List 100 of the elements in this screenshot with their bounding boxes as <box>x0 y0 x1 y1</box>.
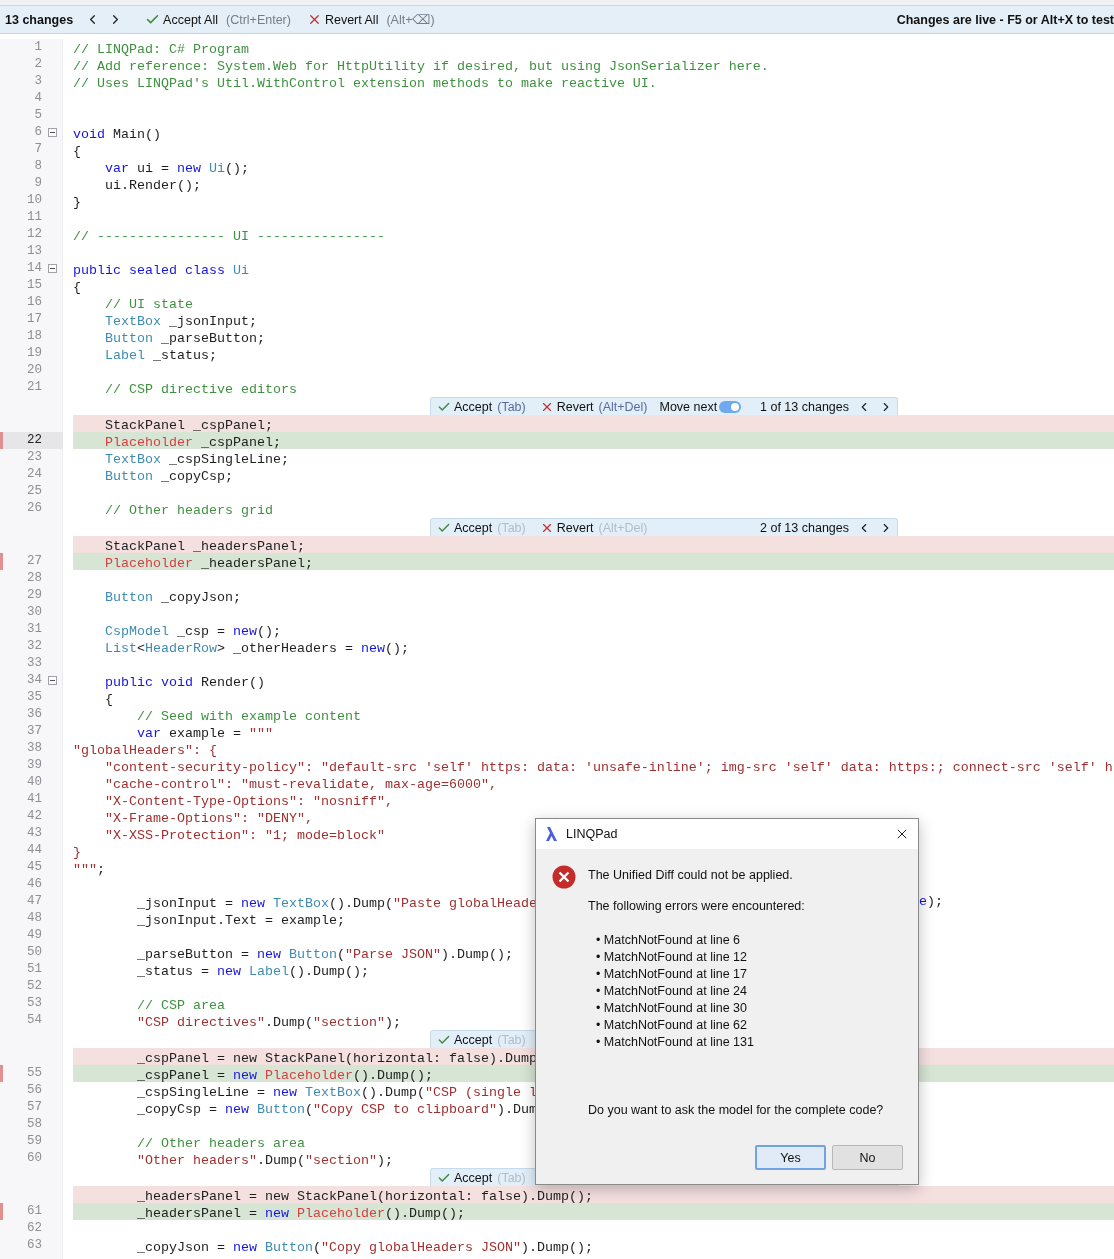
code-text: Button _parseButton; <box>104 331 265 345</box>
line-number: 29 <box>26 587 42 604</box>
dialog-button[interactable]: Yes <box>755 1145 826 1170</box>
line-number: 58 <box>26 1116 42 1133</box>
code-text: // LINQPad: C# Program <box>73 42 249 56</box>
line-number: 31 <box>26 621 42 638</box>
line-number: 5 <box>33 107 42 124</box>
code-text: // ---------------- UI ---------------- <box>73 229 385 243</box>
code-text: _cspPanel = new Placeholder().Dump(); <box>136 1068 433 1082</box>
code-text: StackPanel _cspPanel; <box>104 418 273 432</box>
line-number: 61 <box>26 1203 42 1220</box>
line-number: 8 <box>33 158 42 175</box>
line-number: 50 <box>26 944 42 961</box>
error-item: • MatchNotFound at line 6 <box>596 932 742 949</box>
line-number: 60 <box>26 1150 42 1167</box>
line-number: 57 <box>26 1099 42 1116</box>
code-text: _headersPanel = new StackPanel(horizontal: false).Dump(); <box>136 1189 593 1203</box>
line-number: 6 <box>33 124 42 141</box>
line-number: 17 <box>26 311 42 328</box>
code-text: // Seed with example content <box>136 709 361 723</box>
code-text: Button _copyCsp; <box>104 469 233 483</box>
line-number: 12 <box>26 226 42 243</box>
line-number: 42 <box>26 808 42 825</box>
line-number: 38 <box>26 740 42 757</box>
code-text: "content-security-policy": "default-src 'self' https: data: 'unsafe-inline'; img-src 'self' data: https:; connect-src 'self' h <box>104 760 1113 774</box>
errors-heading: The following errors were encountered: <box>588 899 806 913</box>
line-number: 55 <box>26 1065 42 1082</box>
code-text: // Add reference: System.Web for HttpUtility if desired, but using JsonSerializer here. <box>73 59 769 73</box>
code-text: Button _copyJson; <box>104 590 241 604</box>
code-text: CspModel _csp = new(); <box>104 624 281 638</box>
line-number: 26 <box>26 500 42 517</box>
change-count: 13 changes <box>5 12 74 27</box>
accept-all-button[interactable]: Accept All (Ctrl+Enter) <box>141 9 295 30</box>
code-text: StackPanel _headersPanel; <box>104 539 305 553</box>
accept-button[interactable]: Accept (Tab) <box>433 396 530 417</box>
code-text: "cache-control": "must-revalidate, max-age=6000", <box>104 777 497 791</box>
code-text: _jsonInput.Text = example; <box>136 913 345 927</box>
line-number: 45 <box>26 859 42 876</box>
revert-all-button[interactable]: Revert All (Alt+⌫) <box>302 9 439 30</box>
line-number: 40 <box>26 774 42 791</box>
line-number: 41 <box>26 791 42 808</box>
code-text: e); <box>919 893 943 910</box>
line-number: 20 <box>26 362 42 379</box>
line-number: 22 <box>26 432 42 449</box>
line-number: 33 <box>26 655 42 672</box>
line-number: 35 <box>26 689 42 706</box>
code-text: { <box>104 692 113 706</box>
code-text: "X-Frame-Options": "DENY", <box>104 811 313 825</box>
line-number: 39 <box>26 757 42 774</box>
code-text: Label _status; <box>104 348 217 362</box>
line-number: 53 <box>26 995 42 1012</box>
line-number: 59 <box>26 1133 42 1150</box>
fold-icon[interactable] <box>48 676 57 685</box>
line-number: 34 <box>26 672 42 689</box>
line-number: 21 <box>26 379 42 396</box>
error-item: • MatchNotFound at line 131 <box>596 1034 755 1051</box>
code-text: _jsonInput = new TextBox().Dump("Paste globalHeade <box>136 896 537 910</box>
line-number: 10 <box>26 192 42 209</box>
dialog-title: LINQPad <box>566 827 619 841</box>
change-counter: 2 of 13 changes <box>760 520 849 535</box>
line-number: 43 <box>26 825 42 842</box>
move-next-toggle[interactable] <box>719 400 742 413</box>
line-number: 9 <box>33 175 42 192</box>
code-text: } <box>73 195 81 209</box>
code-text: "Other headers".Dump("section"); <box>136 1153 393 1167</box>
line-number: 16 <box>26 294 42 311</box>
line-number: 56 <box>26 1082 42 1099</box>
line-number: 27 <box>26 553 42 570</box>
dialog-button[interactable]: No <box>832 1145 903 1170</box>
code-text: { <box>73 280 81 294</box>
line-number: 2 <box>33 56 42 73</box>
line-number: 30 <box>26 604 42 621</box>
code-text: var example = """ <box>136 726 273 740</box>
status-text: Changes are live - F5 or Alt+X to test <box>896 12 1114 27</box>
line-number: 47 <box>26 893 42 910</box>
line-number: 62 <box>26 1220 42 1237</box>
line-number: 46 <box>26 876 42 893</box>
line-number: 32 <box>26 638 42 655</box>
code-text: public void Render() <box>104 675 265 689</box>
line-number: 49 <box>26 927 42 944</box>
move-next-label: Move next <box>659 399 718 414</box>
code-text: "globalHeaders": { <box>73 743 217 757</box>
code-text: // Other headers area <box>136 1136 305 1150</box>
app-icon <box>544 826 560 842</box>
line-number: 19 <box>26 345 42 362</box>
dialog-question: Do you want to ask the model for the complete code? <box>588 1103 885 1117</box>
code-text: // Other headers grid <box>104 503 273 517</box>
code-text: } <box>73 845 81 859</box>
code-text: Placeholder _cspPanel; <box>104 435 281 449</box>
line-number: 18 <box>26 328 42 345</box>
line-number: 1 <box>33 39 42 56</box>
error-message: The Unified Diff could not be applied. <box>588 868 794 882</box>
code-text: _headersPanel = new Placeholder().Dump(); <box>136 1206 465 1220</box>
line-number: 7 <box>33 141 42 158</box>
line-number: 28 <box>26 570 42 587</box>
line-number: 11 <box>26 209 42 226</box>
fold-icon[interactable] <box>48 264 57 273</box>
line-number: 48 <box>26 910 42 927</box>
fold-icon[interactable] <box>48 128 57 137</box>
code-text: void Main() <box>73 127 161 141</box>
